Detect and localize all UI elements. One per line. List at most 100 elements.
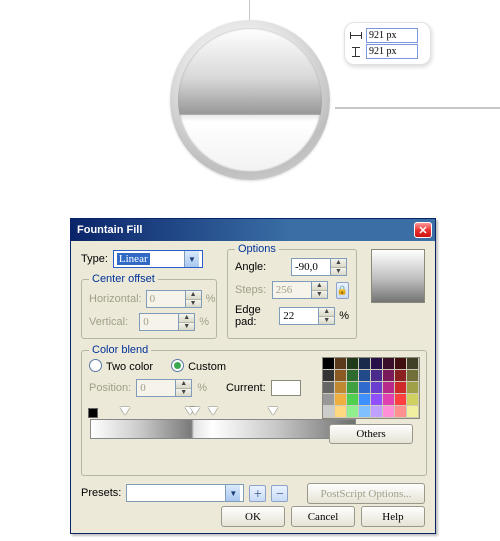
type-label: Type:: [81, 253, 108, 265]
gradient-stop[interactable]: [190, 407, 200, 415]
swatch[interactable]: [383, 358, 395, 370]
swatch[interactable]: [347, 382, 359, 394]
canvas-preview: [0, 0, 500, 190]
swatch[interactable]: [407, 370, 419, 382]
swatch[interactable]: [335, 382, 347, 394]
swatch[interactable]: [395, 394, 407, 406]
pct-1: %: [206, 293, 216, 305]
swatch[interactable]: [395, 406, 407, 418]
swatch[interactable]: [323, 382, 335, 394]
swatch[interactable]: [335, 370, 347, 382]
swatch[interactable]: [371, 406, 383, 418]
gradient-stop[interactable]: [268, 407, 278, 415]
steps-spin: ▲▼: [272, 281, 328, 299]
swatch[interactable]: [383, 394, 395, 406]
two-color-radio[interactable]: Two color: [89, 359, 153, 373]
vertical-spin: ▲▼: [139, 313, 195, 331]
swatch-grid[interactable]: [322, 357, 420, 419]
swatch[interactable]: [347, 358, 359, 370]
swatch[interactable]: [395, 358, 407, 370]
preset-remove-button[interactable]: －: [271, 485, 288, 502]
swatch[interactable]: [323, 394, 335, 406]
close-button[interactable]: ✕: [414, 222, 432, 238]
close-icon: ✕: [418, 224, 427, 237]
steps-lock-icon[interactable]: 🔒: [336, 282, 349, 299]
height-icon: [350, 47, 362, 57]
pct-2: %: [199, 316, 209, 328]
pct-3: %: [339, 310, 349, 322]
position-label: Position:: [89, 382, 131, 394]
horizontal-label: Horizontal:: [89, 293, 142, 305]
swatch[interactable]: [383, 370, 395, 382]
center-offset-group: Center offset Horizontal: ▲▼ % Vertical:…: [81, 279, 217, 339]
cancel-button[interactable]: Cancel: [291, 506, 355, 527]
fountain-fill-dialog: Fountain Fill ✕ Type: Linear ▼ Center of…: [70, 218, 436, 534]
swatch[interactable]: [371, 394, 383, 406]
gradient-preview: [371, 249, 425, 303]
presets-select[interactable]: ▼: [126, 484, 244, 502]
others-button[interactable]: Others: [329, 424, 413, 444]
chevron-down-icon: ▼: [184, 251, 199, 267]
swatch[interactable]: [335, 358, 347, 370]
dialog-body: Type: Linear ▼ Center offset Horizontal:…: [71, 241, 435, 533]
size-callout: [344, 22, 431, 65]
swatch[interactable]: [359, 406, 371, 418]
options-legend: Options: [235, 243, 279, 255]
swatch[interactable]: [407, 406, 419, 418]
swatch[interactable]: [323, 406, 335, 418]
ok-button[interactable]: OK: [221, 506, 285, 527]
title-text: Fountain Fill: [77, 224, 142, 236]
swatch[interactable]: [335, 394, 347, 406]
angle-label: Angle:: [235, 261, 287, 273]
chevron-down-icon: ▼: [225, 485, 240, 501]
gradient-stop[interactable]: [120, 407, 130, 415]
swatch[interactable]: [347, 394, 359, 406]
gradient-endpoint-left[interactable]: [88, 408, 98, 418]
horizontal-spin: ▲▼: [146, 290, 202, 308]
swatch[interactable]: [371, 382, 383, 394]
swatch[interactable]: [407, 394, 419, 406]
height-readout[interactable]: [366, 44, 418, 59]
gradient-bar[interactable]: [90, 419, 356, 439]
swatch[interactable]: [407, 358, 419, 370]
swatch[interactable]: [359, 394, 371, 406]
color-blend-group: Color blend Two color Custom Position: ▲…: [81, 350, 427, 476]
current-label: Current:: [226, 382, 266, 394]
help-button[interactable]: Help: [361, 506, 425, 527]
titlebar[interactable]: Fountain Fill ✕: [71, 219, 435, 241]
edgepad-spin[interactable]: ▲▼: [279, 307, 335, 325]
current-swatch[interactable]: [271, 380, 301, 396]
swatch[interactable]: [407, 382, 419, 394]
swatch[interactable]: [395, 382, 407, 394]
preset-add-button[interactable]: ＋: [249, 485, 266, 502]
swatch[interactable]: [335, 406, 347, 418]
swatch[interactable]: [323, 358, 335, 370]
swatch[interactable]: [347, 406, 359, 418]
width-icon: [350, 31, 362, 41]
swatch[interactable]: [359, 358, 371, 370]
center-offset-legend: Center offset: [89, 273, 158, 285]
swatch[interactable]: [347, 370, 359, 382]
swatch[interactable]: [371, 370, 383, 382]
swatch[interactable]: [359, 370, 371, 382]
position-spin: ▲▼: [136, 379, 192, 397]
swatch[interactable]: [371, 358, 383, 370]
swatch[interactable]: [383, 382, 395, 394]
gradient-stop[interactable]: [208, 407, 218, 415]
color-blend-legend: Color blend: [89, 344, 151, 356]
gradient-stops-track[interactable]: [90, 407, 354, 419]
width-readout[interactable]: [366, 28, 418, 43]
steps-label: Steps:: [235, 284, 268, 296]
edgepad-label: Edge pad:: [235, 304, 275, 328]
swatch[interactable]: [359, 382, 371, 394]
vertical-label: Vertical:: [89, 316, 135, 328]
guide-vertical: [249, 0, 250, 22]
angle-spin[interactable]: ▲▼: [291, 258, 347, 276]
swatch[interactable]: [323, 370, 335, 382]
guide-horizontal: [335, 107, 500, 109]
swatch[interactable]: [395, 370, 407, 382]
swatch[interactable]: [383, 406, 395, 418]
type-select[interactable]: Linear ▼: [113, 250, 203, 268]
custom-radio[interactable]: Custom: [171, 359, 226, 373]
options-group: Options Angle: ▲▼ Steps: ▲▼ 🔒 Edge pad: …: [227, 249, 357, 339]
